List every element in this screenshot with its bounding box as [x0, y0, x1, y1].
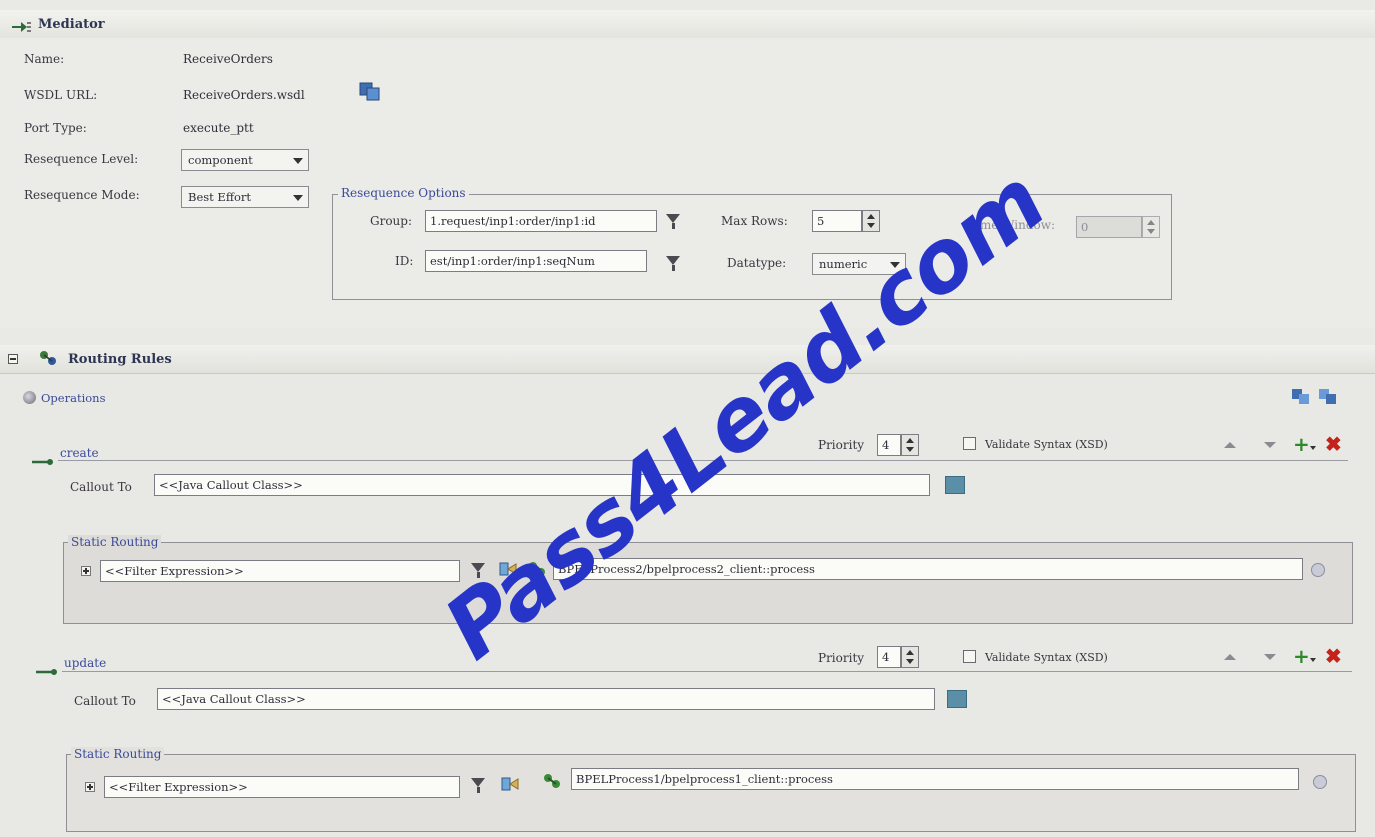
routing-options-icon[interactable]	[1313, 775, 1327, 789]
divider	[62, 671, 1352, 672]
routing-rules-icon	[38, 349, 58, 367]
group-label: Group:	[370, 214, 412, 228]
reseq-level-select[interactable]: component	[181, 149, 309, 171]
routing-options-icon[interactable]	[1311, 563, 1325, 577]
routing-target-field[interactable]: BPELProcess2/bpelprocess2_client::proces…	[553, 558, 1303, 580]
add-icon[interactable]: +	[1293, 646, 1310, 666]
operation-name-create[interactable]: create	[60, 446, 99, 460]
callout-input[interactable]: <<Java Callout Class>>	[157, 688, 935, 710]
move-up-icon[interactable]	[1224, 442, 1236, 448]
operations-label: Operations	[41, 391, 106, 405]
static-routing-legend: Static Routing	[71, 747, 165, 761]
chevron-down-icon[interactable]	[1310, 658, 1316, 662]
add-icon[interactable]: +	[1293, 434, 1310, 454]
operation-name-update[interactable]: update	[64, 656, 106, 670]
port-type-label: Port Type:	[24, 121, 87, 135]
operations-icon	[23, 391, 36, 404]
filter-icon[interactable]	[666, 214, 680, 229]
routing-rules-title: Routing Rules	[68, 352, 172, 367]
move-up-icon[interactable]	[1224, 654, 1236, 660]
funnel-icon	[666, 256, 680, 265]
filter-expression-input[interactable]: <<Filter Expression>>	[104, 776, 460, 798]
callout-browse-icon[interactable]	[945, 476, 965, 494]
transform-icon[interactable]	[500, 775, 520, 793]
delete-icon[interactable]: ✖	[1325, 646, 1342, 666]
chevron-down-icon	[293, 158, 303, 164]
mediator-icon	[12, 18, 32, 32]
priority-spinner[interactable]	[901, 646, 919, 668]
delete-icon[interactable]: ✖	[1325, 434, 1342, 454]
port-type-value: execute_ptt	[183, 121, 254, 135]
target-service-icon[interactable]	[542, 772, 562, 790]
wsdl-label: WSDL URL:	[24, 88, 98, 102]
reseq-mode-select[interactable]: Best Effort	[181, 186, 309, 208]
collapse-icon[interactable]	[8, 354, 18, 364]
move-down-icon[interactable]	[1264, 654, 1276, 660]
callout-label: Callout To	[70, 480, 132, 494]
max-rows-label: Max Rows:	[721, 214, 788, 228]
expand-icon[interactable]	[81, 566, 91, 576]
priority-input[interactable]: 4	[877, 646, 901, 668]
mediator-title: Mediator	[38, 17, 105, 32]
operation-arrow-icon	[32, 450, 54, 465]
funnel-icon	[666, 214, 680, 223]
static-routing-legend: Static Routing	[68, 535, 162, 549]
filter-expression-input[interactable]: <<Filter Expression>>	[100, 560, 460, 582]
time-window-input: 0	[1076, 216, 1142, 238]
chevron-down-icon[interactable]	[1310, 446, 1316, 450]
expand-all-icon[interactable]	[1291, 388, 1311, 406]
callout-label: Callout To	[74, 694, 136, 708]
validate-syntax-label: Validate Syntax (XSD)	[985, 651, 1108, 664]
static-routing-group	[63, 542, 1353, 624]
priority-label: Priority	[818, 438, 865, 452]
collapse-all-icon[interactable]	[1318, 388, 1338, 406]
reseq-level-label: Resequence Level:	[24, 152, 139, 166]
reseq-level-value: component	[188, 153, 253, 167]
time-window-spinner	[1142, 216, 1160, 238]
mediator-header	[0, 10, 1375, 39]
id-label: ID:	[395, 254, 414, 268]
reseq-mode-label: Resequence Mode:	[24, 188, 140, 202]
name-label: Name:	[24, 52, 65, 66]
chevron-down-icon	[293, 195, 303, 201]
operation-arrow-icon	[36, 660, 58, 675]
reseq-mode-value: Best Effort	[188, 190, 252, 204]
callout-input[interactable]: <<Java Callout Class>>	[154, 474, 930, 496]
move-down-icon[interactable]	[1264, 442, 1276, 448]
routing-rules-header	[0, 345, 1375, 374]
datatype-label: Datatype:	[727, 256, 787, 270]
validate-syntax-label: Validate Syntax (XSD)	[985, 438, 1108, 451]
callout-browse-icon[interactable]	[947, 690, 967, 708]
validate-syntax-checkbox[interactable]	[963, 437, 976, 450]
name-value: ReceiveOrders	[183, 52, 273, 66]
filter-icon[interactable]	[471, 778, 485, 793]
max-rows-spinner[interactable]	[862, 210, 880, 232]
routing-target-field[interactable]: BPELProcess1/bpelprocess1_client::proces…	[571, 768, 1299, 790]
priority-label: Priority	[818, 651, 865, 665]
validate-syntax-checkbox[interactable]	[963, 650, 976, 663]
wsdl-browse-icon[interactable]	[359, 82, 381, 102]
priority-spinner[interactable]	[901, 434, 919, 456]
wsdl-value: ReceiveOrders.wsdl	[183, 88, 305, 102]
group-input[interactable]: 1.request/inp1:order/inp1:id	[425, 210, 657, 232]
id-input[interactable]: est/inp1:order/inp1:seqNum	[425, 250, 647, 272]
expand-icon[interactable]	[85, 782, 95, 792]
max-rows-input[interactable]: 5	[812, 210, 862, 232]
reseq-options-legend: Resequence Options	[338, 186, 469, 200]
priority-input[interactable]: 4	[877, 434, 901, 456]
filter-icon[interactable]	[666, 256, 680, 271]
funnel-icon	[471, 778, 485, 787]
